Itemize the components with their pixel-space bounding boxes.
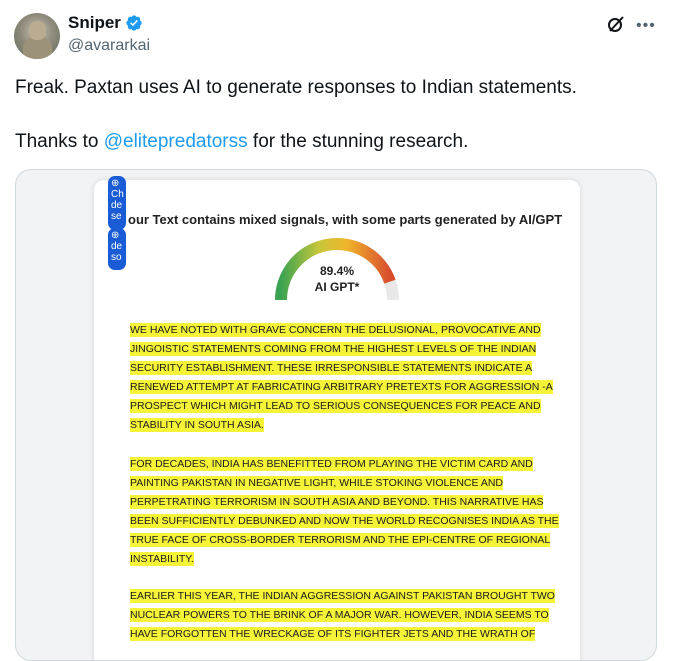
verified-badge-icon xyxy=(126,15,142,31)
mention-link[interactable]: @elitepredatorss xyxy=(104,131,248,152)
highlighted-paragraph: We have noted with grave concern the del… xyxy=(130,321,560,435)
highlighted-paragraph: For decades, India has benefitted from p… xyxy=(130,455,560,569)
avatar[interactable] xyxy=(14,13,60,59)
tweet-media-image[interactable]: ⊕ Ch de se ⊕ de so our Text contains mix… xyxy=(15,169,657,661)
more-options-icon[interactable]: ••• xyxy=(636,17,656,35)
side-chip-2: ⊕ de so xyxy=(108,228,126,270)
author-name-row: Sniper xyxy=(68,13,143,33)
gauge-label: AI GPT* xyxy=(314,280,360,294)
chip-2-text: de so xyxy=(111,241,123,263)
avatar-figure-body xyxy=(23,37,52,59)
tweet-text-before-mention: Thanks to xyxy=(15,131,104,152)
author-name[interactable]: Sniper xyxy=(68,13,121,33)
paragraph-3-text: Earlier this year, the Indian aggression… xyxy=(130,589,555,641)
highlighted-paragraph: Earlier this year, the Indian aggression… xyxy=(130,587,560,644)
grok-icon[interactable] xyxy=(606,14,626,34)
tweet-text-after-mention: for the stunning research. xyxy=(247,131,469,152)
paragraph-1-text: We have noted with grave concern the del… xyxy=(130,323,553,432)
tweet-text-line2: Thanks to @elitepredatorss for the stunn… xyxy=(15,130,468,154)
chip-plus-icon: ⊕ xyxy=(111,230,120,241)
detector-heading: our Text contains mixed signals, with so… xyxy=(128,212,563,227)
avatar-figure-head xyxy=(29,21,46,40)
side-chip-1: ⊕ Ch de se xyxy=(108,176,126,230)
tweet-text-line1: Freak. Paxtan uses AI to generate respon… xyxy=(15,77,577,98)
gauge-value: 89.4% xyxy=(319,264,355,278)
paragraph-2-text: For decades, India has benefitted from p… xyxy=(130,457,559,566)
chip-1-text: Ch de se xyxy=(111,189,124,222)
screenshot-document: ⊕ Ch de se ⊕ de so our Text contains mix… xyxy=(94,176,580,660)
chip-plus-icon: ⊕ xyxy=(111,178,120,189)
author-handle[interactable]: @avararkai xyxy=(68,37,150,55)
